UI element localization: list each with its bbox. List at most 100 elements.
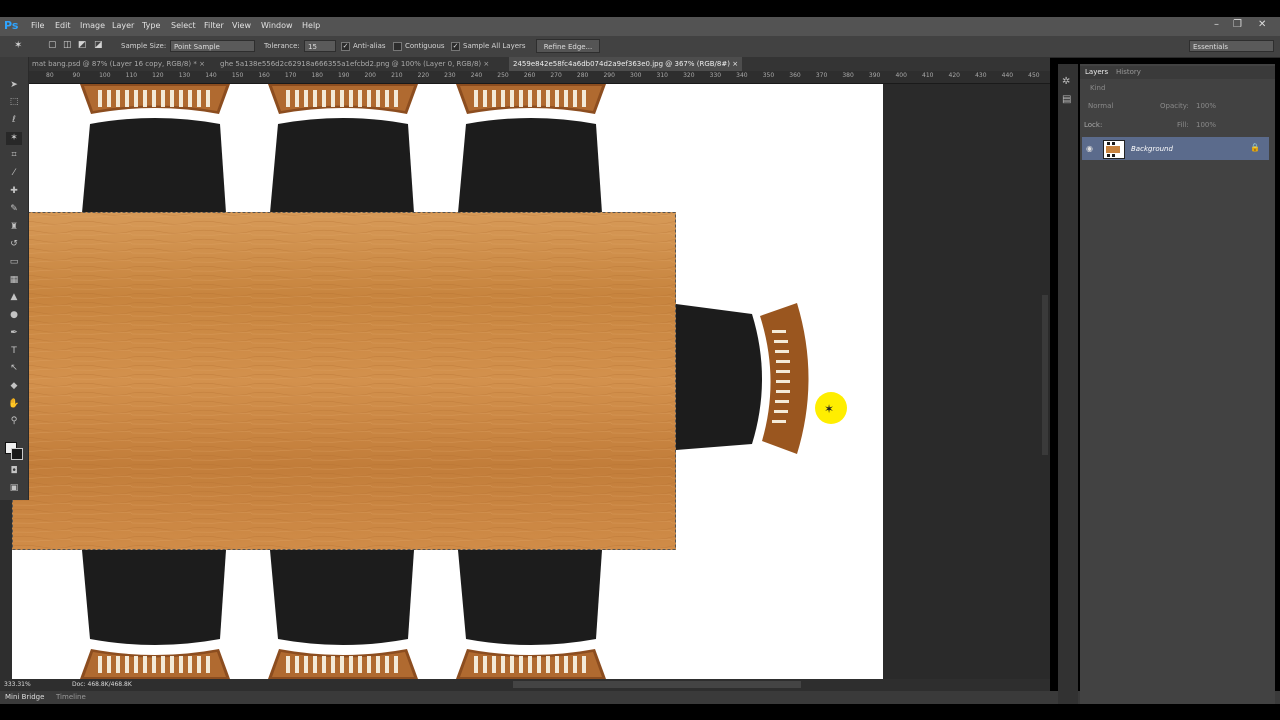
dodge-tool-icon[interactable]: ●: [6, 309, 22, 322]
kind-filter-select[interactable]: Kind: [1090, 84, 1105, 92]
ruler-tick-label: 290: [603, 72, 615, 79]
close-tab-icon[interactable]: ×: [199, 60, 205, 68]
sample-all-layers-checkbox[interactable]: ✓: [451, 42, 460, 51]
menu-file[interactable]: File: [31, 21, 44, 30]
crop-tool-icon[interactable]: ⌗: [6, 149, 22, 162]
ruler-tick-label: 100: [99, 72, 111, 79]
zoom-tool-icon[interactable]: ⚲: [6, 415, 22, 428]
menu-layer[interactable]: Layer: [112, 21, 134, 30]
healing-brush-icon[interactable]: ✚: [6, 185, 22, 198]
minimize-button[interactable]: –: [1214, 19, 1219, 30]
history-brush-icon[interactable]: ↺: [6, 238, 22, 251]
refine-edge-button[interactable]: Refine Edge...: [536, 39, 600, 53]
ruler-tick-label: 400: [895, 72, 907, 79]
opacity-input[interactable]: 100%: [1196, 102, 1216, 110]
screen-mode-icon[interactable]: ▣: [6, 482, 22, 495]
ruler-tick-label: 340: [736, 72, 748, 79]
layer-name[interactable]: Background: [1131, 145, 1173, 153]
tab-label: ghe 5a138e556d2c62918a666355a1efcbd2.png…: [220, 60, 482, 68]
tab-layers[interactable]: Layers: [1085, 68, 1108, 76]
ruler-tick-label: 420: [948, 72, 960, 79]
blur-tool-icon[interactable]: ▲: [6, 291, 22, 304]
visibility-eye-icon[interactable]: ◉: [1086, 144, 1093, 153]
tolerance-input[interactable]: 15: [304, 40, 336, 52]
menu-help[interactable]: Help: [302, 21, 320, 30]
intersect-selection-icon[interactable]: ◪: [94, 40, 103, 50]
pen-tool-icon[interactable]: ✒: [6, 327, 22, 340]
tab-active-jpg[interactable]: 2459e842e58fc4a6db074d2a9ef363e0.jpg @ 3…: [509, 57, 743, 71]
panel-icon-strip: ✲ ▤: [1058, 64, 1078, 704]
close-tab-icon[interactable]: ×: [483, 60, 489, 68]
zoom-level[interactable]: 333.31%: [4, 681, 31, 688]
background-color-swatch[interactable]: [11, 448, 23, 460]
tab-ghe-png[interactable]: ghe 5a138e556d2c62918a666355a1efcbd2.png…: [216, 57, 493, 71]
ruler-tick-label: 240: [470, 72, 483, 79]
menu-filter[interactable]: Filter: [204, 21, 224, 30]
menu-window[interactable]: Window: [261, 21, 293, 30]
layers-panel: [1080, 64, 1275, 704]
gradient-tool-icon[interactable]: ▦: [6, 274, 22, 287]
magic-wand-cursor-icon: ✶: [824, 402, 835, 416]
restore-button[interactable]: ❐: [1233, 19, 1242, 30]
lock-label: Lock:: [1084, 121, 1103, 129]
clone-stamp-icon[interactable]: ♜: [6, 221, 22, 234]
blend-mode-select[interactable]: Normal: [1088, 102, 1113, 110]
shape-tool-icon[interactable]: ◆: [6, 380, 22, 393]
ruler-tick-label: 130: [178, 72, 191, 79]
timeline-tab[interactable]: Timeline: [56, 693, 86, 701]
fill-label: Fill:: [1177, 121, 1189, 129]
close-tab-icon[interactable]: ×: [732, 60, 738, 68]
tab-history[interactable]: History: [1116, 68, 1141, 76]
navigator-icon[interactable]: ✲: [1062, 76, 1070, 87]
ruler-tick-label: 160: [258, 72, 270, 79]
ruler-tick-label: 330: [709, 72, 722, 79]
sample-size-select[interactable]: Point Sample: [170, 40, 255, 52]
ruler-tick-label: 150: [231, 72, 244, 79]
ruler-tick-label: 210: [391, 72, 403, 79]
document-canvas[interactable]: [12, 84, 883, 679]
info-icon[interactable]: ▤: [1062, 94, 1071, 105]
magic-wand-tool-icon[interactable]: ✶: [14, 40, 22, 51]
sample-size-label: Sample Size:: [121, 42, 167, 50]
vertical-scroll-thumb[interactable]: [1042, 295, 1048, 455]
add-to-selection-icon[interactable]: ◫: [63, 40, 72, 50]
eyedropper-tool-icon[interactable]: ⁄: [6, 167, 22, 180]
screen-bottom: [0, 704, 1280, 720]
ruler-tick-label: 90: [72, 72, 81, 79]
move-tool-icon[interactable]: ➤: [6, 79, 22, 92]
close-window-button[interactable]: ✕: [1258, 19, 1266, 30]
tab-mat-bang[interactable]: mat bang.psd @ 87% (Layer 16 copy, RGB/8…: [28, 57, 209, 71]
tools-panel: ➤ ⬚ ℓ ✶ ⌗ ⁄ ✚ ✎ ♜ ↺ ▭ ▦ ▲ ● ✒ T ↖ ◆ ✋ ⚲ …: [0, 57, 29, 500]
hand-tool-icon[interactable]: ✋: [6, 398, 22, 411]
doc-size: Doc: 468.8K/468.8K: [72, 681, 132, 688]
menu-view[interactable]: View: [232, 21, 251, 30]
menu-type[interactable]: Type: [142, 21, 160, 30]
marquee-tool-icon[interactable]: ⬚: [6, 96, 22, 109]
type-tool-icon[interactable]: T: [6, 345, 22, 358]
eraser-tool-icon[interactable]: ▭: [6, 256, 22, 269]
fill-input[interactable]: 100%: [1196, 121, 1216, 129]
menu-select[interactable]: Select: [171, 21, 196, 30]
horizontal-scroll-thumb[interactable]: [513, 681, 801, 688]
menu-image[interactable]: Image: [80, 21, 105, 30]
ruler-tick-label: 260: [523, 72, 536, 79]
path-selection-icon[interactable]: ↖: [6, 362, 22, 375]
mini-bridge-tab[interactable]: Mini Bridge: [5, 693, 44, 701]
lasso-tool-icon[interactable]: ℓ: [6, 114, 22, 127]
layer-thumbnail: [1103, 140, 1125, 159]
subtract-selection-icon[interactable]: ◩: [78, 40, 87, 50]
anti-alias-checkbox[interactable]: ✓: [341, 42, 350, 51]
sample-all-layers-label: Sample All Layers: [463, 42, 526, 50]
ruler-tick-label: 320: [683, 72, 695, 79]
new-selection-icon[interactable]: ▢: [48, 40, 57, 50]
ruler-tick-label: 300: [630, 72, 642, 79]
workspace-select[interactable]: Essentials: [1189, 40, 1274, 52]
magic-wand-icon[interactable]: ✶: [6, 132, 22, 145]
contiguous-checkbox[interactable]: [393, 42, 402, 51]
tolerance-label: Tolerance:: [264, 42, 300, 50]
brush-tool-icon[interactable]: ✎: [6, 203, 22, 216]
quick-mask-icon[interactable]: ◘: [6, 465, 22, 478]
ruler-tick-label: 190: [338, 72, 350, 79]
menu-edit[interactable]: Edit: [55, 21, 71, 30]
ruler-tick-label: 370: [815, 72, 828, 79]
